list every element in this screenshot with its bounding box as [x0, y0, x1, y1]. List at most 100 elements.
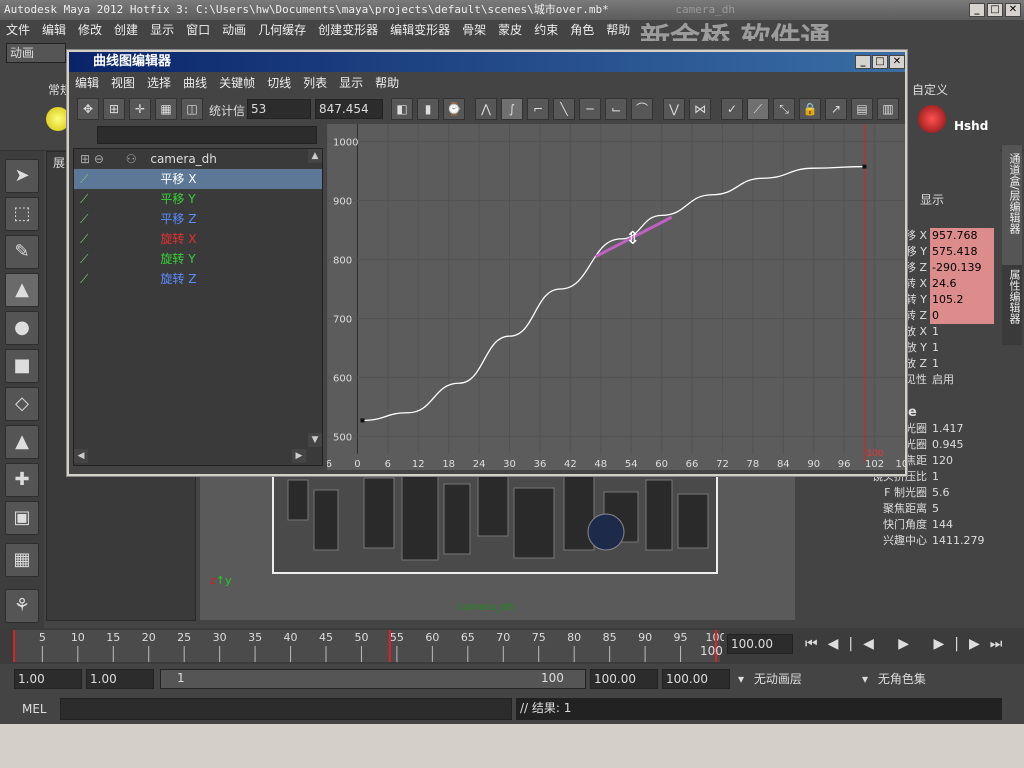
free-weight-icon[interactable]: ✓: [721, 98, 743, 120]
start-time-field[interactable]: 1.00: [14, 669, 82, 689]
buffer-curve-icon[interactable]: ⤡: [773, 98, 795, 120]
menu-item-7[interactable]: 几何缓存: [252, 23, 312, 37]
ge-close-button[interactable]: ✕: [889, 55, 905, 69]
shader-icon[interactable]: [918, 105, 946, 133]
menu-item-14[interactable]: 帮助: [600, 23, 636, 37]
add-key-icon[interactable]: ✛: [129, 98, 151, 120]
viewport[interactable]: camera_dh z↑y: [200, 469, 795, 620]
playback-end-field[interactable]: 100.00: [590, 669, 658, 689]
menu-item-0[interactable]: 文件: [0, 23, 36, 37]
channel-attr-row[interactable]: 快门角度 144: [798, 517, 998, 533]
attr-value[interactable]: 575.418: [930, 244, 994, 260]
show-manipulator-icon[interactable]: ✚: [5, 463, 39, 497]
lock-weight-icon[interactable]: ⟋: [747, 98, 769, 120]
frame-playback-icon[interactable]: ⌚: [443, 98, 465, 120]
lattice-icon[interactable]: ▦: [155, 98, 177, 120]
break-tangent-icon[interactable]: ⋁: [663, 98, 685, 120]
attr-value[interactable]: 0: [930, 308, 994, 324]
channel-row[interactable]: ⟋ 平移 Y: [74, 189, 322, 209]
scroll-down-icon[interactable]: ▼: [308, 433, 322, 447]
attr-value[interactable]: 1411.279: [930, 533, 994, 549]
channel-row[interactable]: ⟋ 平移 X: [74, 169, 322, 189]
trax-icon[interactable]: ▥: [877, 98, 899, 120]
scroll-right-icon[interactable]: ▶: [292, 449, 306, 463]
ge-menu-item-5[interactable]: 切线: [261, 76, 297, 90]
anim-layer-dropdown[interactable]: ▾ 无动画层: [738, 670, 802, 687]
ge-menu-item-4[interactable]: 关键帧: [213, 76, 261, 90]
ge-menu-item-0[interactable]: 编辑: [69, 76, 105, 90]
ge-maximize-button[interactable]: □: [872, 55, 888, 69]
attr-value[interactable]: 5: [930, 501, 994, 517]
frame-all-icon[interactable]: ◧: [391, 98, 413, 120]
stats-frame-field[interactable]: 53: [247, 99, 311, 119]
spline-tangent-icon[interactable]: ∫: [501, 98, 523, 120]
menu-item-3[interactable]: 创建: [108, 23, 144, 37]
range-slider[interactable]: 1 100: [160, 669, 586, 689]
ge-menu-item-8[interactable]: 帮助: [369, 76, 405, 90]
lock-icon[interactable]: 🔒: [799, 98, 821, 120]
menu-item-6[interactable]: 动画: [216, 23, 252, 37]
attr-value[interactable]: 0.945: [930, 437, 994, 453]
menu-item-1[interactable]: 编辑: [36, 23, 72, 37]
attr-value[interactable]: 1: [930, 356, 994, 372]
menu-item-4[interactable]: 显示: [144, 23, 180, 37]
channel-attr-row[interactable]: 聚焦距离 5: [798, 501, 998, 517]
menu-item-11[interactable]: 蒙皮: [492, 23, 528, 37]
custom-shelf-label[interactable]: 自定义: [912, 81, 948, 98]
channel-row[interactable]: ⟋ 旋转 Z: [74, 269, 322, 289]
ge-menu-item-1[interactable]: 视图: [105, 76, 141, 90]
attr-value[interactable]: 144: [930, 517, 994, 533]
channel-attr-row[interactable]: 兴趣中心 1411.279: [798, 533, 998, 549]
channel-row[interactable]: ⟋ 旋转 X: [74, 229, 322, 249]
minimize-button[interactable]: _: [969, 3, 985, 17]
clamped-tangent-icon[interactable]: ⌐: [527, 98, 549, 120]
paint-tool-icon[interactable]: ✎: [5, 235, 39, 269]
select-tool-icon[interactable]: ➤: [5, 159, 39, 193]
lasso-tool-icon[interactable]: ⬚: [5, 197, 39, 231]
attr-value[interactable]: 启用: [930, 372, 994, 388]
menu-item-10[interactable]: 骨架: [456, 23, 492, 37]
menu-item-13[interactable]: 角色: [564, 23, 600, 37]
attr-value[interactable]: 957.768: [930, 228, 994, 244]
menu-item-5[interactable]: 窗口: [180, 23, 216, 37]
layout-icon[interactable]: ▦: [5, 543, 39, 577]
maximize-button[interactable]: □: [987, 3, 1003, 17]
close-button[interactable]: ✕: [1005, 3, 1021, 17]
attr-value[interactable]: 120: [930, 453, 994, 469]
dope-sheet-icon[interactable]: ▤: [851, 98, 873, 120]
soft-mod-tool-icon[interactable]: ▲: [5, 425, 39, 459]
plateau-tangent-icon[interactable]: ⌒: [631, 98, 653, 120]
attr-value[interactable]: 1: [930, 469, 994, 485]
scroll-left-icon[interactable]: ◀: [74, 449, 88, 463]
menu-item-9[interactable]: 编辑变形器: [384, 23, 456, 37]
menu-item-12[interactable]: 约束: [528, 23, 564, 37]
attr-value[interactable]: -290.139: [930, 260, 994, 276]
graph-view[interactable]: -6 0 6 12 18 24 30 36 42 48 54 60 66 72 78 84 90 96 102 108…: [322, 124, 915, 470]
scale-tool-icon[interactable]: ■: [5, 349, 39, 383]
time-ruler[interactable]: 5 10 15 20 25 30 35 40 45 50 55 60 65 70 75 80 85 90 95 100: [0, 628, 727, 664]
frame-selection-icon[interactable]: ▮: [417, 98, 439, 120]
scroll-up-icon[interactable]: ▲: [308, 149, 322, 163]
move-key-icon[interactable]: ✥: [77, 98, 99, 120]
object-row[interactable]: ⊞ ⊖ ⚇ camera_dh: [74, 149, 322, 169]
ge-menu-item-6[interactable]: 列表: [297, 76, 333, 90]
channel-attr-row[interactable]: F 制光圈 5.6: [798, 485, 998, 501]
attr-value[interactable]: 1.417: [930, 421, 994, 437]
mode-selector[interactable]: 动画: [6, 43, 66, 63]
char-set-dropdown[interactable]: ▾ 无角色集: [862, 670, 926, 687]
menu-item-2[interactable]: 修改: [72, 23, 108, 37]
last-tool-icon[interactable]: ▣: [5, 501, 39, 535]
rotate-tool-icon[interactable]: ●: [5, 311, 39, 345]
linear-tangent-icon[interactable]: ╲: [553, 98, 575, 120]
move-tool-icon[interactable]: ▲: [5, 273, 39, 307]
manipulator-tool-icon[interactable]: ◇: [5, 387, 39, 421]
curve-graph[interactable]: -6 0 6 12 18 24 30 36 42 48 54 60 66 72 78 84 90 96 102 108…: [322, 124, 915, 470]
normalize-icon[interactable]: ↗: [825, 98, 847, 120]
maya-logo-icon[interactable]: ⚘: [5, 589, 39, 623]
current-time-field[interactable]: 100.00: [727, 634, 793, 654]
outliner-filter-field[interactable]: [97, 126, 317, 144]
expand-icon[interactable]: ⊞ ⊖: [80, 152, 104, 166]
command-lang[interactable]: MEL: [22, 702, 47, 716]
insert-key-icon[interactable]: ⊞: [103, 98, 125, 120]
stats-value-field[interactable]: 847.454: [315, 99, 383, 119]
